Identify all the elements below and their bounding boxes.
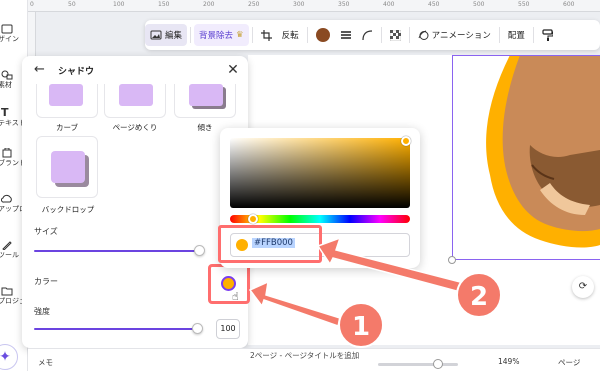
ruler-tick-label: 350 xyxy=(338,1,350,8)
animate-button[interactable]: アニメーション xyxy=(413,24,496,46)
zoom-slider-track[interactable] xyxy=(378,363,458,366)
intensity-slider-track[interactable] xyxy=(34,328,198,330)
effect-label: バックドロップ xyxy=(41,205,95,214)
resize-handle[interactable] xyxy=(448,256,456,264)
effect-preview xyxy=(189,84,223,106)
saturation-handle[interactable] xyxy=(401,136,411,146)
panel-header: ← シャドウ ✕ xyxy=(22,56,248,84)
color-label: カラー xyxy=(34,277,58,286)
sidebar-item-label: ザイン xyxy=(0,35,19,43)
border-lines-icon xyxy=(340,31,351,39)
effect-preview xyxy=(51,151,85,183)
hex-value[interactable]: #FFB000 xyxy=(252,238,295,248)
animation-label: アニメーション xyxy=(431,31,491,41)
paint-roller-icon xyxy=(542,29,553,41)
magic-sparkle-icon[interactable]: ✦ xyxy=(0,344,18,370)
size-slider-track[interactable] xyxy=(34,250,202,252)
draw-icon xyxy=(1,240,15,251)
copy-style-button[interactable] xyxy=(537,24,558,46)
top-ruler: 0 50 100 150 200 250 300 350 400 450 500… xyxy=(28,0,600,12)
corner-rounding-button[interactable] xyxy=(357,24,378,46)
size-label: サイズ xyxy=(34,227,58,236)
divider xyxy=(190,27,192,43)
hue-handle[interactable] xyxy=(248,214,258,224)
crop-button[interactable] xyxy=(256,24,277,46)
ruler-tick-label: 250 xyxy=(248,1,260,8)
animation-icon xyxy=(418,30,429,40)
close-icon[interactable]: ✕ xyxy=(225,62,241,78)
brand-icon xyxy=(1,148,15,158)
effect-backdrop[interactable] xyxy=(36,136,98,198)
divider xyxy=(380,27,382,43)
edit-image-button[interactable]: 編集 xyxy=(145,24,188,46)
corner-icon xyxy=(362,29,372,40)
color-swatch xyxy=(315,28,330,42)
ruler-tick-label: 100 xyxy=(113,1,125,8)
shadow-panel: ← シャドウ ✕ カーブ ページめくり 傾き バックドロップ サイズ カラー 強… xyxy=(22,56,248,348)
flip-button[interactable]: 反転 xyxy=(277,24,304,46)
effect-preview xyxy=(119,84,153,106)
intensity-value-input[interactable]: 100 xyxy=(216,319,240,339)
shadow-color-button[interactable] xyxy=(221,276,236,291)
zoom-level[interactable]: 149% xyxy=(498,357,519,366)
crown-icon: ♛ xyxy=(236,30,244,40)
elements-icon xyxy=(1,70,15,80)
effect-curve[interactable] xyxy=(36,84,98,118)
divider xyxy=(532,27,534,43)
step-badge-1: 1 xyxy=(338,302,384,348)
crop-icon xyxy=(260,29,272,41)
sidebar-item-design[interactable]: ザイン xyxy=(0,24,28,44)
ruler-tick-label: 150 xyxy=(158,1,170,8)
transparency-button[interactable] xyxy=(385,24,406,46)
zoom-slider-thumb[interactable] xyxy=(433,359,443,369)
size-slider-thumb[interactable] xyxy=(194,245,205,256)
intensity-label: 強度 xyxy=(34,307,50,316)
bg-remove-button[interactable]: 背景除去 ♛ xyxy=(194,24,249,46)
intensity-slider-thumb[interactable] xyxy=(192,323,203,334)
ruler-tick-label: 400 xyxy=(383,1,395,8)
image-color-button[interactable] xyxy=(311,24,335,46)
flip-label: 反転 xyxy=(281,31,299,41)
panel-title: シャドウ xyxy=(58,67,95,77)
effect-label: ページめくり xyxy=(112,123,158,132)
transparency-icon xyxy=(389,29,401,41)
effect-label: カーブ xyxy=(55,123,79,132)
divider xyxy=(306,27,308,43)
context-toolbar: 編集 背景除去 ♛ 反転 アニメーション 配置 xyxy=(145,20,600,50)
upload-icon xyxy=(1,194,15,204)
ruler-tick-label: 50 xyxy=(68,1,76,8)
rotate-icon[interactable]: ⟳ xyxy=(572,276,594,298)
pages-button[interactable]: ページ xyxy=(558,357,580,368)
text-icon: T xyxy=(1,108,9,119)
ruler-tick-label: 500 xyxy=(473,1,485,8)
projects-icon xyxy=(1,286,15,296)
ruler-tick-label: 200 xyxy=(203,1,215,8)
hand-cursor-icon: ☝ xyxy=(232,290,239,303)
saturation-value-area[interactable] xyxy=(230,138,410,208)
ruler-tick-label: 550 xyxy=(518,1,530,8)
ruler-tick-label: 600 xyxy=(563,1,575,8)
border-style-button[interactable] xyxy=(335,24,357,46)
notes-button[interactable]: メモ xyxy=(38,357,53,368)
template-icon xyxy=(1,24,15,34)
selection-frame xyxy=(452,55,600,260)
effect-preview xyxy=(49,84,83,106)
edit-label: 編集 xyxy=(165,31,183,41)
ruler-tick-label: 450 xyxy=(428,1,440,8)
divider xyxy=(408,27,410,43)
ruler-tick-label: 0 xyxy=(30,1,34,8)
divider xyxy=(251,27,253,43)
add-page-title[interactable]: 2ページ - ページタイトルを追加 xyxy=(250,350,359,361)
bg-remove-label: 背景除去 xyxy=(199,31,234,41)
effect-tilt[interactable] xyxy=(174,84,236,118)
ruler-tick-label: 300 xyxy=(293,1,305,8)
arrange-label: 配置 xyxy=(507,31,525,41)
back-arrow-icon[interactable]: ← xyxy=(34,62,50,78)
step-badge-2: 2 xyxy=(456,272,502,318)
image-edit-icon xyxy=(150,30,162,40)
arrange-button[interactable]: 配置 xyxy=(503,24,530,46)
divider xyxy=(498,27,500,43)
hex-color-dot xyxy=(236,239,248,251)
effect-page-curl[interactable] xyxy=(104,84,166,118)
